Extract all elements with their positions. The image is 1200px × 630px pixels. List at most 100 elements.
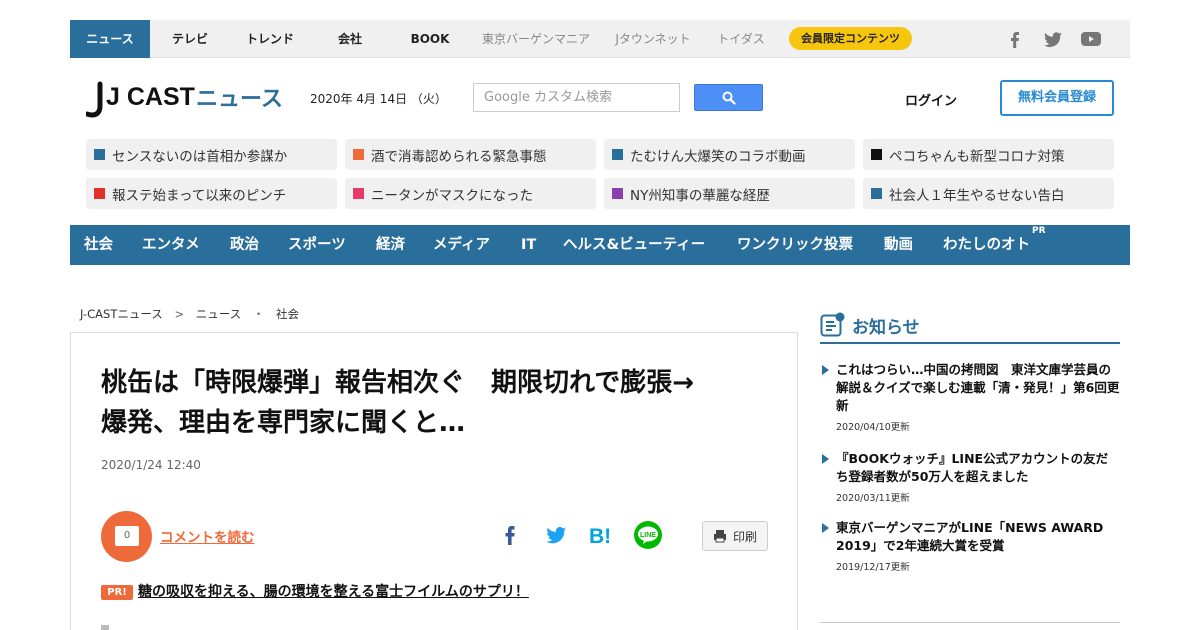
bullet-square [353, 188, 364, 199]
twitter-share-icon[interactable] [541, 520, 571, 550]
search-button[interactable] [694, 84, 763, 111]
trending-item[interactable]: 酒で消毒認められる緊急事態 [345, 139, 596, 170]
breadcrumb-separator: > [174, 307, 185, 321]
notice-item[interactable]: 東京バーゲンマニアがLINE「NEWS AWARD 2019」で2年連続大賞を受… [820, 519, 1120, 573]
trending-label: たむけん大爆笑のコラボ動画 [630, 148, 806, 165]
svg-text:B!: B! [589, 525, 611, 546]
triangle-bullet-icon [822, 365, 829, 375]
trending-label: NY州知事の華麗な経歴 [630, 187, 770, 204]
logo-sub-text: ニュース [196, 87, 282, 112]
triangle-bullet-icon [822, 454, 829, 464]
breadcrumb-home[interactable]: J-CASTニュース [80, 307, 163, 321]
youtube-icon[interactable] [1080, 28, 1102, 50]
topnav-toidas[interactable]: トイダス [712, 20, 770, 58]
trending-label: 報ステ始まって以来のピンチ [112, 187, 287, 204]
logo-graphic: J CAST ニュース [84, 81, 283, 118]
topnav-bargain[interactable]: 東京バーゲンマニア [478, 20, 594, 58]
topnav-trend[interactable]: トレンド [236, 20, 304, 58]
category-oneclick-vote[interactable]: ワンクリック投票 [737, 225, 853, 265]
trending-item[interactable]: 社会人１年生やるせない告白 [863, 178, 1114, 209]
login-link[interactable]: ログイン [905, 90, 957, 109]
topnav-book[interactable]: BOOK [400, 20, 460, 58]
notice-text[interactable]: 『BOOKウォッチ』LINE公式アカウントの友だち登録者数が50万人を超えました [836, 450, 1120, 486]
triangle-bullet-icon [822, 523, 829, 533]
comment-count-button[interactable]: 0 [101, 511, 152, 562]
next-section-divider [820, 622, 1120, 630]
category-health-beauty[interactable]: ヘルス&ビューティー [563, 225, 705, 265]
top-navigation: ニュース テレビ トレンド 会社 BOOK 東京バーゲンマニア Jタウンネット … [70, 20, 1130, 58]
trending-label: ペコちゃんも新型コロナ対策 [889, 148, 1065, 165]
logo-main-text: J CAST [106, 83, 195, 111]
notice-text[interactable]: これはつらい…中国の拷問図 東洋文庫学芸員の解説＆クイズで楽しむ連載「清・発見！… [836, 361, 1120, 415]
svg-text:LINE: LINE [640, 532, 656, 539]
bullet-square [612, 188, 623, 199]
free-register-button[interactable]: 無料会員登録 [1000, 80, 1114, 116]
notice-title: お知らせ [852, 318, 920, 338]
category-media[interactable]: メディア [433, 225, 490, 265]
twitter-icon[interactable] [1042, 28, 1064, 50]
notice-icon [820, 312, 845, 337]
publish-date: 2020/1/24 12:40 [101, 458, 201, 472]
pr-label: PR [1032, 226, 1046, 236]
trending-item[interactable]: NY州知事の華麗な経歴 [604, 178, 855, 209]
current-date: 2020年 4月 14日 （火） [310, 92, 447, 106]
category-it[interactable]: IT [521, 225, 536, 265]
trending-label: ニータンがマスクになった [371, 187, 533, 204]
pr-badge: PR! [101, 585, 133, 600]
trending-item[interactable]: 報ステ始まって以来のピンチ [86, 178, 337, 209]
notice-header: お知らせ [820, 310, 1120, 344]
category-video[interactable]: 動画 [884, 225, 913, 265]
trending-item[interactable]: センスないのは首相か参謀か [86, 139, 337, 170]
trending-item[interactable]: ペコちゃんも新型コロナ対策 [863, 139, 1114, 170]
topnav-company[interactable]: 会社 [324, 20, 376, 58]
category-bar: 社会 エンタメ 政治 スポーツ 経済 メディア IT ヘルス&ビューティー ワン… [70, 225, 1130, 265]
quote-marker [101, 625, 109, 630]
article-card: 桃缶は「時限爆弾」報告相次ぐ 期限切れで膨張→ 爆発、理由を専門家に聞くと… 2… [70, 332, 798, 630]
trending-item[interactable]: ニータンがマスクになった [345, 178, 596, 209]
read-comments-link[interactable]: コメントを読む [160, 526, 255, 546]
line-share-icon[interactable]: LINE [633, 520, 663, 550]
notice-item[interactable]: これはつらい…中国の拷問図 東洋文庫学芸員の解説＆クイズで楽しむ連載「清・発見！… [820, 361, 1120, 433]
facebook-icon[interactable] [1004, 28, 1026, 50]
member-content-pill[interactable]: 会員限定コンテンツ [789, 27, 912, 50]
topnav-tv[interactable]: テレビ [162, 20, 218, 58]
category-sports[interactable]: スポーツ [288, 225, 346, 265]
print-button[interactable]: 印刷 [702, 521, 768, 551]
notice-date: 2020/04/10更新 [836, 422, 910, 433]
search-icon [722, 91, 736, 105]
bullet-square [94, 188, 105, 199]
bullet-square [94, 149, 105, 160]
breadcrumb-sub[interactable]: 社会 [276, 307, 299, 321]
breadcrumb: J-CASTニュース > ニュース ・ 社会 [80, 306, 307, 322]
category-entame[interactable]: エンタメ [142, 225, 200, 265]
facebook-share-icon[interactable] [495, 520, 525, 550]
category-society[interactable]: 社会 [84, 225, 113, 265]
jcast-news-logo[interactable]: J CAST ニュース [84, 80, 283, 122]
bullet-square [871, 188, 882, 199]
pr-ad-link[interactable]: 糖の吸収を抑える、腸の環境を整える富士フイルムのサプリ！ [138, 581, 529, 601]
article-title: 桃缶は「時限爆弾」報告相次ぐ 期限切れで膨張→ 爆発、理由を専門家に聞くと… [101, 363, 771, 443]
title-line-2: 爆発、理由を専門家に聞くと… [101, 408, 466, 438]
trending-label: 社会人１年生やるせない告白 [889, 187, 1065, 204]
trending-item[interactable]: たむけん大爆笑のコラボ動画 [604, 139, 855, 170]
notice-date: 2019/12/17更新 [836, 562, 910, 573]
title-line-1: 桃缶は「時限爆弾」報告相次ぐ 期限切れで膨張→ [101, 368, 695, 398]
trending-label: センスないのは首相か参謀か [112, 148, 288, 165]
notice-item[interactable]: 『BOOKウォッチ』LINE公式アカウントの友だち登録者数が50万人を超えました… [820, 450, 1120, 504]
breadcrumb-section[interactable]: ニュース [196, 307, 241, 321]
category-economy[interactable]: 経済 [376, 225, 405, 265]
category-watashi-no-oto[interactable]: わたしのオト [943, 225, 1030, 265]
bullet-square [612, 149, 623, 160]
comment-bubble-icon: 0 [115, 526, 139, 546]
topnav-jtown[interactable]: Jタウンネット [610, 20, 696, 58]
category-politics[interactable]: 政治 [230, 225, 259, 265]
bullet-square [871, 149, 882, 160]
bullet-square [353, 149, 364, 160]
print-label: 印刷 [732, 529, 757, 544]
notice-text[interactable]: 東京バーゲンマニアがLINE「NEWS AWARD 2019」で2年連続大賞を受… [836, 519, 1120, 555]
topnav-news[interactable]: ニュース [70, 20, 150, 58]
breadcrumb-separator: ・ [252, 307, 265, 321]
search-input[interactable] [473, 83, 680, 112]
hatena-bookmark-icon[interactable]: B! [587, 520, 617, 550]
trending-label: 酒で消毒認められる緊急事態 [371, 148, 547, 165]
